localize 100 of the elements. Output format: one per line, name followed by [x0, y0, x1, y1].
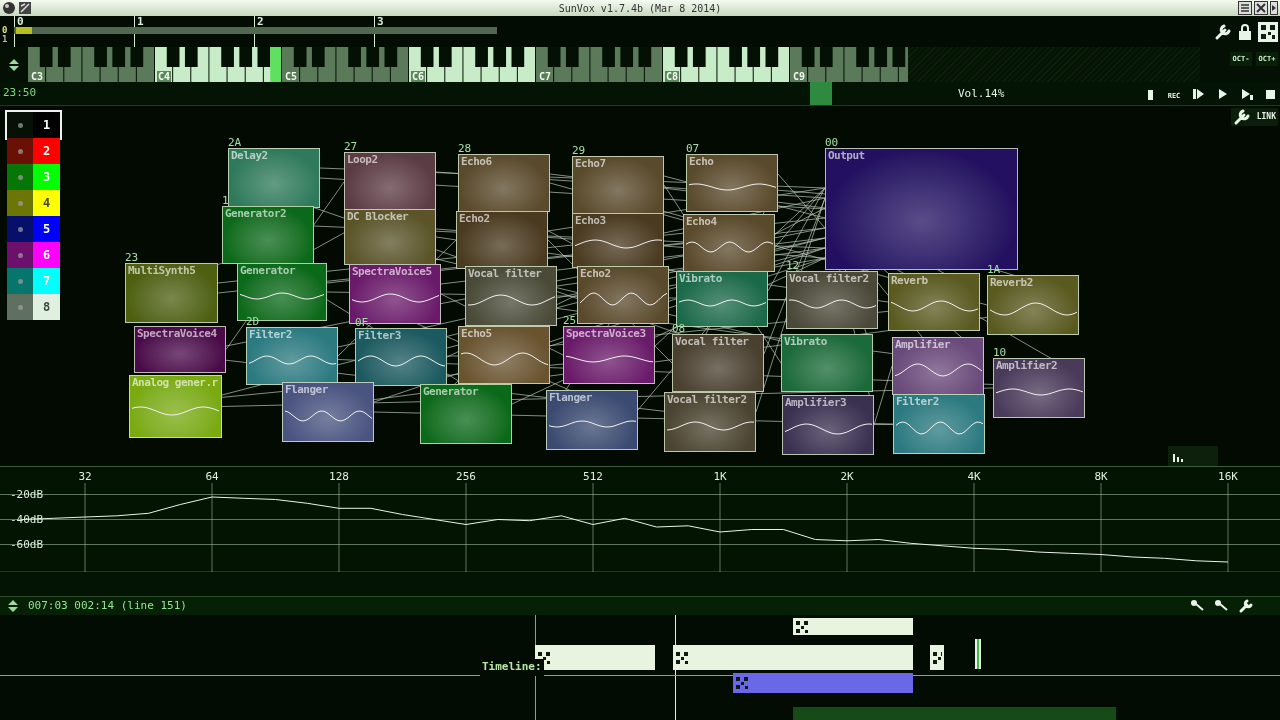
- module-number: 29: [572, 145, 586, 156]
- module-card[interactable]: Filter2: [246, 327, 338, 385]
- color-swatch[interactable]: 5: [33, 216, 60, 242]
- module-card[interactable]: Generator2: [222, 206, 314, 264]
- palette-row[interactable]: 6: [7, 242, 60, 268]
- module-card[interactable]: Filter2: [893, 394, 985, 454]
- decibel-label: -60dB: [10, 538, 44, 550]
- stop-icon[interactable]: [1264, 87, 1276, 100]
- time-display: 23:50: [3, 85, 37, 102]
- module-card[interactable]: Flanger: [282, 382, 374, 442]
- module-name: MultiSynth5: [128, 265, 196, 277]
- module-card[interactable]: Vocal filter2: [786, 271, 878, 329]
- volume-thumb[interactable]: [810, 82, 832, 105]
- lock-icon[interactable]: [1238, 24, 1252, 40]
- module-card[interactable]: Filter3: [355, 328, 447, 386]
- song-position: 007:03 002:14 (line 151): [28, 597, 187, 614]
- wrench-icon[interactable]: [1214, 23, 1232, 41]
- module-card[interactable]: Delay2: [228, 148, 320, 208]
- module-name: Vocal filter2: [667, 394, 747, 406]
- color-swatch[interactable]: 6: [33, 242, 60, 268]
- edit-icon[interactable]: [18, 1, 32, 15]
- color-swatch[interactable]: 4: [33, 190, 60, 216]
- color-swatch[interactable]: 1: [33, 112, 60, 138]
- module-card[interactable]: Echo6: [458, 154, 550, 212]
- module-card[interactable]: Flanger: [546, 390, 638, 450]
- module-card[interactable]: Echo4: [683, 214, 775, 272]
- palette-row[interactable]: 4: [7, 190, 60, 216]
- module-card[interactable]: Amplifier: [892, 337, 984, 395]
- module-name: Vocal filter2: [789, 273, 869, 285]
- octave-keys-drawing[interactable]: [663, 47, 789, 82]
- module-number: 2A: [228, 137, 242, 148]
- pattern-block[interactable]: [793, 618, 913, 635]
- module-card[interactable]: Echo3: [572, 213, 664, 268]
- menu-icon[interactable]: [1238, 1, 1252, 15]
- color-swatch[interactable]: 2: [33, 138, 60, 164]
- pattern-block[interactable]: [930, 645, 944, 670]
- play-pattern-icon[interactable]: [1240, 86, 1254, 101]
- app-icon[interactable]: [2, 1, 16, 15]
- module-card[interactable]: Loop2: [344, 152, 436, 212]
- play-from-start-icon[interactable]: [1192, 86, 1206, 101]
- module-card[interactable]: Vocal filter2: [664, 392, 756, 452]
- module-name: Filter2: [249, 329, 292, 341]
- module-number: 23: [125, 252, 139, 263]
- module-name: Echo: [689, 156, 714, 168]
- module-card[interactable]: SpectraVoice4: [134, 326, 226, 373]
- module-name: Vibrato: [679, 273, 722, 285]
- octave-keys-drawing[interactable]: [155, 47, 281, 82]
- module-card[interactable]: Reverb2: [987, 275, 1079, 335]
- module-name: Generator: [240, 265, 296, 277]
- up-down-icon[interactable]: [9, 58, 19, 71]
- module-number: 27: [344, 141, 358, 152]
- module-card[interactable]: Reverb: [888, 273, 980, 331]
- palette-row[interactable]: 2: [7, 138, 60, 164]
- module-card[interactable]: Echo2: [577, 266, 669, 324]
- bar-number: 2: [257, 14, 264, 30]
- module-number: 1: [222, 195, 229, 206]
- palette-row[interactable]: 1: [7, 112, 60, 138]
- module-card[interactable]: Echo5: [458, 326, 550, 384]
- bar-number: 3: [377, 14, 384, 30]
- module-name: Vocal filter: [675, 336, 749, 348]
- pin-icon[interactable]: [1190, 598, 1204, 612]
- pattern-icon[interactable]: [1258, 22, 1278, 42]
- module-card[interactable]: MultiSynth5: [125, 263, 218, 323]
- spectrum-mode-button[interactable]: [1168, 446, 1218, 466]
- module-card[interactable]: Vocal filter: [465, 266, 557, 326]
- close-icon[interactable]: [1254, 1, 1268, 15]
- playhead-marker[interactable]: [975, 639, 981, 669]
- palette-row[interactable]: 5: [7, 216, 60, 242]
- module-name: Generator: [423, 386, 479, 398]
- module-name: Analog gener.r: [132, 377, 218, 389]
- frequency-label: 256: [456, 469, 476, 485]
- module-card[interactable]: SpectraVoice3: [563, 326, 655, 384]
- module-card[interactable]: Amplifier2: [993, 358, 1085, 418]
- module-card[interactable]: Vibrato: [781, 334, 873, 392]
- module-name: Output: [828, 150, 865, 162]
- wrench-icon[interactable]: [1232, 108, 1251, 126]
- module-name: Vocal filter: [468, 268, 542, 280]
- track-number[interactable]: 0: [2, 26, 8, 35]
- module-card[interactable]: Generator: [420, 384, 512, 444]
- octave-label: C9: [792, 71, 807, 82]
- module-name: Echo2: [580, 268, 611, 280]
- volume-reading: Vol.14%: [958, 86, 1005, 102]
- module-card[interactable]: Echo7: [572, 156, 664, 214]
- octave-label: C7: [538, 71, 553, 82]
- up-down-icon[interactable]: [8, 600, 18, 612]
- module-card[interactable]: Echo: [686, 154, 778, 212]
- module-name: DC Blocker: [347, 211, 409, 223]
- pattern-icon: [932, 650, 942, 665]
- module-card[interactable]: DC Blocker: [344, 209, 436, 265]
- track-number[interactable]: 1: [2, 35, 8, 44]
- module-name: Echo2: [459, 213, 490, 225]
- octave-keys-drawing[interactable]: [409, 47, 535, 82]
- palette-row[interactable]: 8: [7, 294, 60, 320]
- module-name: SpectraVoice4: [137, 328, 217, 340]
- module-card[interactable]: Amplifier3: [782, 395, 874, 455]
- wrench-icon[interactable]: [1238, 598, 1254, 614]
- module-card[interactable]: Echo2: [456, 211, 548, 269]
- color-swatch[interactable]: 8: [33, 294, 60, 320]
- pin-icon[interactable]: [1214, 598, 1228, 612]
- module-card[interactable]: Vocal filter: [672, 334, 764, 392]
